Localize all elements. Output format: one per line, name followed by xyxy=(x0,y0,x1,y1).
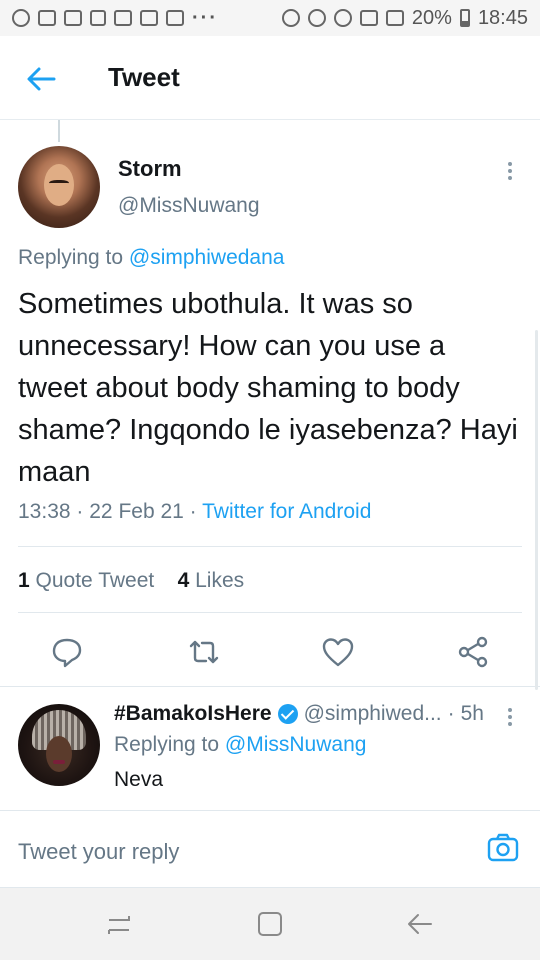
bluetooth-icon xyxy=(281,9,300,27)
reply-replying-to-link[interactable]: @MissNuwang xyxy=(225,733,367,756)
reply-composer[interactable]: Tweet your reply xyxy=(0,810,540,888)
gmail-icon xyxy=(114,10,132,26)
divider xyxy=(18,546,522,547)
upload-icon xyxy=(38,10,56,26)
like-label: Likes xyxy=(195,569,245,592)
reply-replying-prefix: Replying to xyxy=(114,733,220,756)
email-icon xyxy=(140,10,158,26)
comment-icon[interactable] xyxy=(49,634,85,670)
back-nav-icon[interactable] xyxy=(405,910,435,938)
meta-separator-2: · xyxy=(189,500,197,523)
scrollbar[interactable] xyxy=(535,330,538,690)
status-bar: ··· 20% 18:45 xyxy=(0,0,540,36)
reply-separator: · xyxy=(447,702,455,725)
reply-author-name[interactable]: #BamakoIsHere xyxy=(114,702,272,726)
reply-replying-to: Replying to @MissNuwang xyxy=(114,733,366,757)
reply-author-handle[interactable]: @simphiwed... xyxy=(304,702,442,726)
heart-icon[interactable] xyxy=(320,634,356,670)
kebab-icon[interactable] xyxy=(507,159,513,183)
arrow-left-icon[interactable] xyxy=(24,62,58,96)
app-bar: Tweet xyxy=(0,36,540,120)
home-icon[interactable] xyxy=(255,910,285,938)
avatar[interactable] xyxy=(18,146,100,228)
camera-icon[interactable] xyxy=(487,833,519,863)
avatar-face xyxy=(46,736,72,772)
tweet-meta: 13:38 · 22 Feb 21 · Twitter for Android xyxy=(18,500,371,524)
reply-header: #BamakoIsHere @simphiwed... · 5h xyxy=(114,702,484,726)
clock: 18:45 xyxy=(477,6,528,29)
quote-tweets-stat[interactable]: 1 Quote Tweet xyxy=(18,569,154,592)
section-divider xyxy=(0,686,540,687)
tweet-text: Sometimes ubothula. It was so unnecessar… xyxy=(18,288,518,488)
meta-separator: · xyxy=(76,500,84,523)
battery-percent: 20% xyxy=(411,6,452,29)
reply-kebab-icon[interactable] xyxy=(507,705,513,729)
recent-apps-icon[interactable] xyxy=(104,910,134,938)
author-handle[interactable]: @MissNuwang xyxy=(118,194,260,218)
whatsapp-icon xyxy=(12,9,30,27)
verified-badge-icon xyxy=(277,704,298,724)
message-icon xyxy=(64,10,82,26)
replying-to-link[interactable]: @simphiwedana xyxy=(129,246,285,269)
quote-label: Quote Tweet xyxy=(35,569,155,592)
reply-input-placeholder[interactable]: Tweet your reply xyxy=(18,839,179,865)
divider-2 xyxy=(18,612,522,613)
tweet-stats: 1 Quote Tweet 4 Likes xyxy=(18,569,244,593)
reply-age: 5h xyxy=(460,702,484,725)
more-notifications-indicator: ··· xyxy=(192,6,218,29)
avatar-eyes xyxy=(49,180,69,188)
thread-connector-line xyxy=(58,120,60,142)
replying-to: Replying to @simphiwedana xyxy=(18,246,284,270)
retweet-icon[interactable] xyxy=(186,634,222,670)
replying-prefix: Replying to xyxy=(18,246,124,269)
author-name[interactable]: Storm xyxy=(118,156,182,182)
status-bar-notifications: ··· xyxy=(12,7,218,30)
likes-stat[interactable]: 4 Likes xyxy=(178,569,245,592)
avatar-lips xyxy=(53,760,65,764)
reply-avatar[interactable] xyxy=(18,704,100,786)
system-nav-bar xyxy=(0,888,540,960)
alarm-icon xyxy=(333,9,352,27)
tweet-time: 13:38 xyxy=(18,500,71,523)
mute-icon xyxy=(307,9,326,27)
battery-icon xyxy=(459,9,470,27)
gmail-icon-2 xyxy=(166,10,184,26)
reply-text: Neva xyxy=(114,768,164,791)
tweet-actions xyxy=(0,630,540,674)
share-icon[interactable] xyxy=(455,634,491,670)
tweet-date: 22 Feb 21 xyxy=(89,500,184,523)
page-title: Tweet xyxy=(108,62,180,92)
like-count: 4 xyxy=(177,569,190,592)
signal-icon xyxy=(385,10,404,26)
quote-count: 1 xyxy=(18,569,30,592)
instagram-icon xyxy=(90,10,106,26)
status-bar-system: 20% 18:45 xyxy=(281,6,528,30)
tweet-source-link[interactable]: Twitter for Android xyxy=(202,500,371,523)
wifi-icon xyxy=(359,10,378,26)
